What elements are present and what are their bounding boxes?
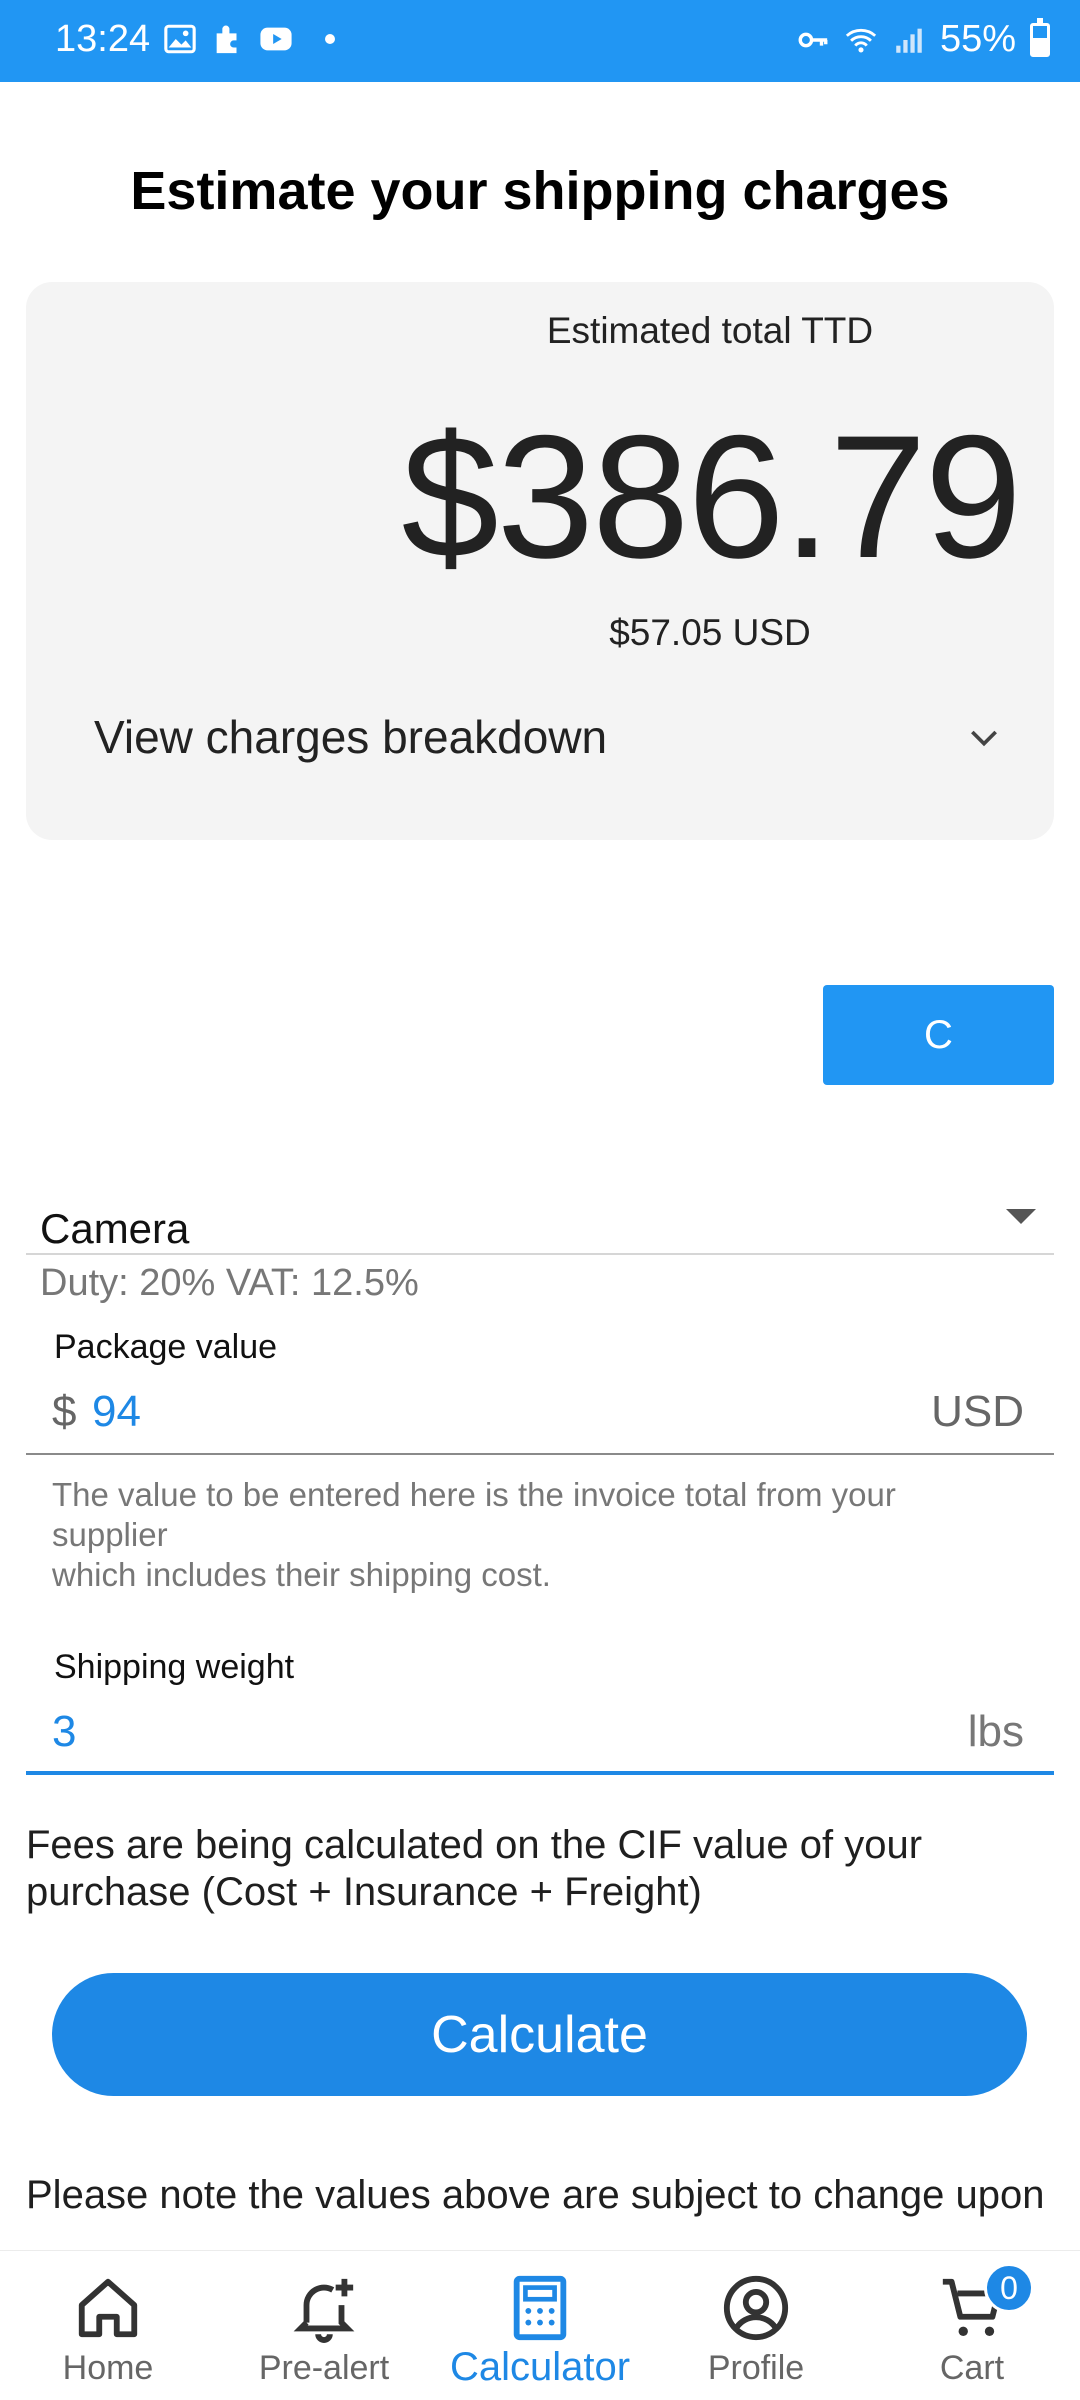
- dropdown-arrow-icon: [1006, 1209, 1036, 1224]
- nav-cart[interactable]: 0 Cart: [864, 2251, 1080, 2400]
- estimate-usd-amount: $57.05 USD: [609, 612, 811, 653]
- currency-suffix: USD: [931, 1387, 1024, 1436]
- gallery-icon: [164, 24, 196, 54]
- nav-label-cart: Cart: [939, 2349, 1005, 2387]
- battery-percent: 55%: [939, 18, 1016, 60]
- c-button[interactable]: C: [823, 985, 1054, 1085]
- notification-dot: [325, 34, 335, 44]
- status-right-icons: 55%: [796, 17, 1050, 61]
- estimate-label: Estimated total TTD: [546, 310, 874, 351]
- status-bar: 13:24 55%: [0, 0, 1080, 82]
- calculate-button[interactable]: Calculate: [52, 1973, 1027, 2096]
- puzzle-icon: [216, 25, 237, 54]
- package-value-label: Package value: [54, 1328, 278, 1366]
- youtube-icon: [260, 27, 292, 51]
- currency-prefix: $: [52, 1387, 77, 1436]
- nav-calculator[interactable]: Calculator: [432, 2251, 648, 2400]
- nav-home[interactable]: Home: [0, 2251, 216, 2400]
- nav-profile[interactable]: Profile: [648, 2251, 864, 2400]
- shipping-weight-input[interactable]: 3: [52, 1707, 76, 1757]
- category-select[interactable]: Camera: [26, 1195, 1054, 1255]
- key-icon: [798, 32, 828, 47]
- category-value: Camera: [40, 1205, 190, 1252]
- shipping-weight-label: Shipping weight: [54, 1648, 295, 1686]
- bottom-nav: Home Pre-alert Calculator Profile 0 Cart: [0, 2250, 1080, 2400]
- weight-unit-suffix: lbs: [967, 1707, 1024, 1756]
- page-title: Estimate your shipping charges: [130, 161, 950, 221]
- duty-vat-text: Duty: 20% VAT: 12.5%: [40, 1262, 419, 1304]
- nav-label-calculator: Calculator: [449, 2345, 631, 2389]
- shipping-weight-field[interactable]: 3 lbs: [26, 1695, 1054, 1775]
- home-icon: [78, 2278, 138, 2338]
- cart-count-badge: 0: [984, 2263, 1034, 2313]
- status-left-icons: [163, 22, 335, 56]
- charges-breakdown-toggle[interactable]: View charges breakdown: [94, 702, 1004, 772]
- breakdown-label: View charges breakdown: [94, 711, 608, 763]
- wifi-icon: [845, 28, 877, 52]
- nav-label-pre-alert: Pre-alert: [258, 2349, 390, 2387]
- package-value-helper: The value to be entered here is the invo…: [52, 1476, 896, 1593]
- chevron-down-icon: [971, 730, 997, 747]
- calculator-icon: [513, 2275, 567, 2341]
- estimate-card: Estimated total TTD $386.79 $57.05 USD V…: [26, 282, 1054, 840]
- nav-pre-alert[interactable]: Pre-alert: [216, 2251, 432, 2400]
- package-value-field[interactable]: $ 94 USD: [26, 1375, 1054, 1455]
- status-time: 13:24: [55, 18, 151, 60]
- bell-plus-icon: [293, 2278, 355, 2343]
- cif-note: Fees are being calculated on the CIF val…: [26, 1823, 923, 1914]
- package-value-input[interactable]: 94: [92, 1387, 141, 1437]
- nav-label-home: Home: [62, 2349, 154, 2387]
- nav-label-profile: Profile: [707, 2349, 805, 2387]
- profile-icon: [723, 2275, 789, 2341]
- disclaimer-text: Please note the values above are subject…: [26, 2173, 1045, 2217]
- battery-icon: [1030, 17, 1050, 57]
- estimate-total-amount: $386.79: [401, 400, 1022, 595]
- signal-icon: [896, 28, 922, 53]
